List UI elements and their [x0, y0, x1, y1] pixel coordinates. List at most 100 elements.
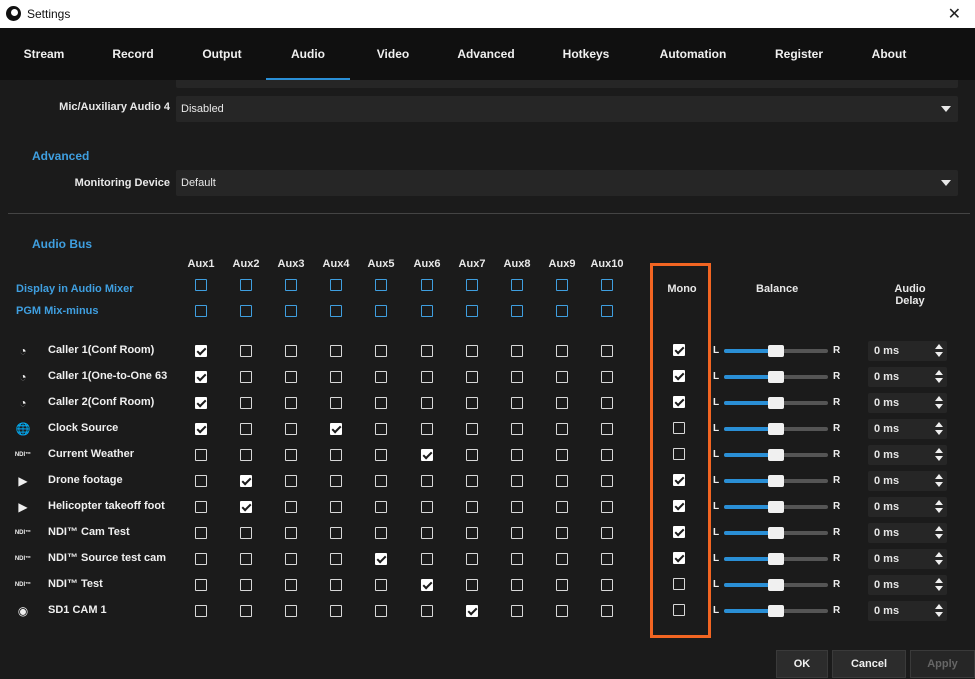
aux9-checkbox[interactable] — [556, 371, 568, 383]
display-in-mixer-checkbox-aux7[interactable] — [466, 279, 478, 291]
aux6-checkbox[interactable] — [421, 397, 433, 409]
audio-delay-stepper[interactable]: 0 ms — [868, 419, 947, 439]
aux7-checkbox[interactable] — [466, 501, 478, 513]
balance-slider-handle[interactable] — [768, 397, 784, 409]
audio-delay-stepper[interactable]: 0 ms — [868, 445, 947, 465]
display-in-mixer-checkbox-aux3[interactable] — [285, 279, 297, 291]
aux5-checkbox[interactable] — [375, 553, 387, 565]
aux5-checkbox[interactable] — [375, 527, 387, 539]
aux7-checkbox[interactable] — [466, 371, 478, 383]
pgm-mix-minus-checkbox-aux5[interactable] — [375, 305, 387, 317]
aux10-checkbox[interactable] — [601, 501, 613, 513]
aux7-checkbox[interactable] — [466, 449, 478, 461]
aux5-checkbox[interactable] — [375, 371, 387, 383]
tab-register[interactable]: Register — [750, 28, 848, 80]
pgm-mix-minus-checkbox-aux8[interactable] — [511, 305, 523, 317]
aux4-checkbox[interactable] — [330, 553, 342, 565]
aux8-checkbox[interactable] — [511, 449, 523, 461]
balance-slider-handle[interactable] — [768, 579, 784, 591]
pgm-mix-minus-checkbox-aux2[interactable] — [240, 305, 252, 317]
aux9-checkbox[interactable] — [556, 527, 568, 539]
mic-aux4-select[interactable]: Disabled — [176, 96, 958, 122]
aux3-checkbox[interactable] — [285, 423, 297, 435]
aux4-checkbox[interactable] — [330, 423, 342, 435]
tab-stream[interactable]: Stream — [0, 28, 88, 80]
aux6-checkbox[interactable] — [421, 475, 433, 487]
aux1-checkbox[interactable] — [195, 423, 207, 435]
aux6-checkbox[interactable] — [421, 605, 433, 617]
display-in-mixer-checkbox-aux5[interactable] — [375, 279, 387, 291]
aux8-checkbox[interactable] — [511, 605, 523, 617]
balance-slider-handle[interactable] — [768, 475, 784, 487]
increment-icon[interactable] — [935, 396, 943, 401]
balance-slider[interactable] — [724, 527, 828, 539]
increment-icon[interactable] — [935, 448, 943, 453]
balance-slider[interactable] — [724, 605, 828, 617]
display-in-mixer-checkbox-aux2[interactable] — [240, 279, 252, 291]
aux2-checkbox[interactable] — [240, 475, 252, 487]
aux1-checkbox[interactable] — [195, 527, 207, 539]
aux7-checkbox[interactable] — [466, 553, 478, 565]
aux8-checkbox[interactable] — [511, 423, 523, 435]
aux5-checkbox[interactable] — [375, 397, 387, 409]
decrement-icon[interactable] — [935, 586, 943, 591]
pgm-mix-minus-checkbox-aux10[interactable] — [601, 305, 613, 317]
aux5-checkbox[interactable] — [375, 605, 387, 617]
aux2-checkbox[interactable] — [240, 501, 252, 513]
aux6-checkbox[interactable] — [421, 579, 433, 591]
aux4-checkbox[interactable] — [330, 501, 342, 513]
aux9-checkbox[interactable] — [556, 423, 568, 435]
increment-icon[interactable] — [935, 578, 943, 583]
aux5-checkbox[interactable] — [375, 475, 387, 487]
ok-button[interactable]: OK — [776, 650, 828, 678]
display-in-mixer-checkbox-aux8[interactable] — [511, 279, 523, 291]
audio-delay-stepper[interactable]: 0 ms — [868, 575, 947, 595]
aux2-checkbox[interactable] — [240, 527, 252, 539]
tab-output[interactable]: Output — [178, 28, 266, 80]
aux1-checkbox[interactable] — [195, 501, 207, 513]
aux10-checkbox[interactable] — [601, 527, 613, 539]
aux9-checkbox[interactable] — [556, 345, 568, 357]
cancel-button[interactable]: Cancel — [832, 650, 906, 678]
tab-hotkeys[interactable]: Hotkeys — [536, 28, 636, 80]
decrement-icon[interactable] — [935, 404, 943, 409]
audio-delay-stepper[interactable]: 0 ms — [868, 341, 947, 361]
pgm-mix-minus-checkbox-aux3[interactable] — [285, 305, 297, 317]
aux1-checkbox[interactable] — [195, 553, 207, 565]
aux5-checkbox[interactable] — [375, 579, 387, 591]
aux6-checkbox[interactable] — [421, 527, 433, 539]
decrement-icon[interactable] — [935, 612, 943, 617]
aux9-checkbox[interactable] — [556, 449, 568, 461]
aux5-checkbox[interactable] — [375, 449, 387, 461]
aux4-checkbox[interactable] — [330, 579, 342, 591]
audio-delay-stepper[interactable]: 0 ms — [868, 601, 947, 621]
balance-slider[interactable] — [724, 423, 828, 435]
aux4-checkbox[interactable] — [330, 527, 342, 539]
monitoring-device-select[interactable]: Default — [176, 170, 958, 196]
aux1-checkbox[interactable] — [195, 475, 207, 487]
pgm-mix-minus-checkbox-aux6[interactable] — [421, 305, 433, 317]
aux2-checkbox[interactable] — [240, 579, 252, 591]
aux1-checkbox[interactable] — [195, 449, 207, 461]
display-in-mixer-checkbox-aux9[interactable] — [556, 279, 568, 291]
aux5-checkbox[interactable] — [375, 345, 387, 357]
display-in-mixer-checkbox-aux6[interactable] — [421, 279, 433, 291]
aux6-checkbox[interactable] — [421, 553, 433, 565]
aux10-checkbox[interactable] — [601, 553, 613, 565]
aux4-checkbox[interactable] — [330, 605, 342, 617]
pgm-mix-minus-checkbox-aux9[interactable] — [556, 305, 568, 317]
balance-slider-handle[interactable] — [768, 553, 784, 565]
aux7-checkbox[interactable] — [466, 579, 478, 591]
aux9-checkbox[interactable] — [556, 553, 568, 565]
balance-slider-handle[interactable] — [768, 371, 784, 383]
aux10-checkbox[interactable] — [601, 449, 613, 461]
aux5-checkbox[interactable] — [375, 501, 387, 513]
aux6-checkbox[interactable] — [421, 501, 433, 513]
aux1-checkbox[interactable] — [195, 397, 207, 409]
aux7-checkbox[interactable] — [466, 605, 478, 617]
aux1-checkbox[interactable] — [195, 579, 207, 591]
increment-icon[interactable] — [935, 526, 943, 531]
increment-icon[interactable] — [935, 604, 943, 609]
audio-delay-stepper[interactable]: 0 ms — [868, 549, 947, 569]
display-in-mixer-checkbox-aux1[interactable] — [195, 279, 207, 291]
